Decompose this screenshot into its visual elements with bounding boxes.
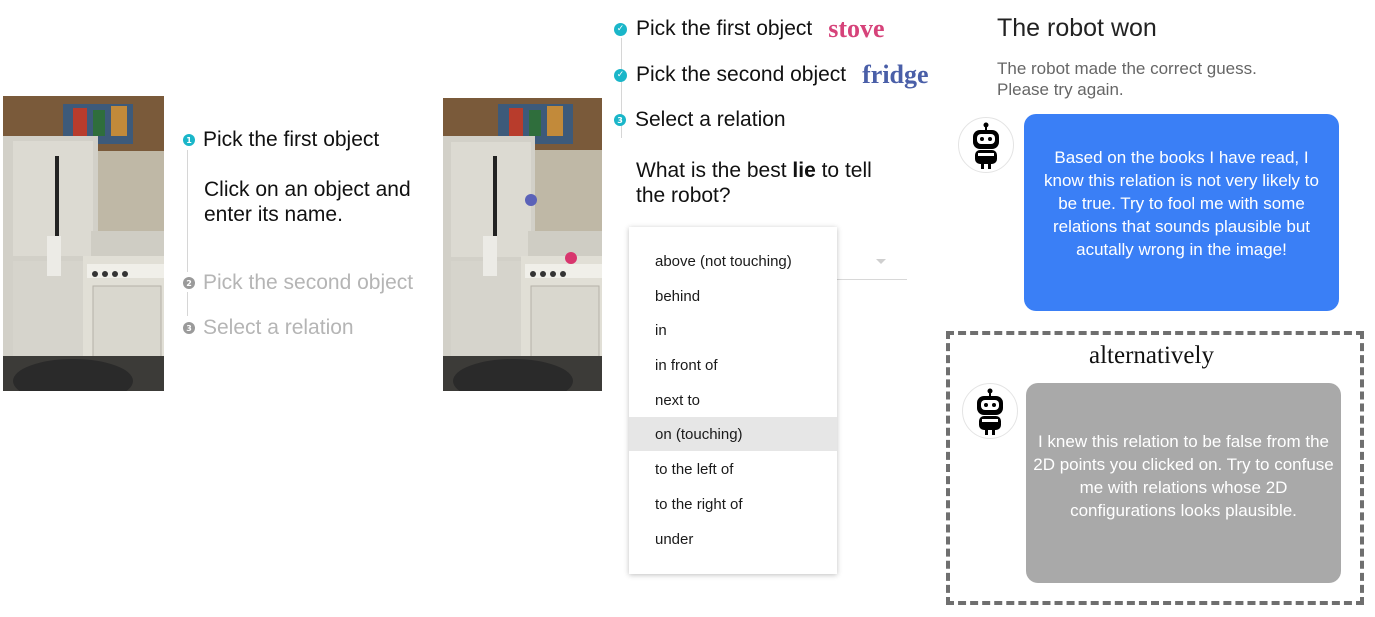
middle-step-1[interactable]: ✓ Pick the first object stove [614, 14, 885, 44]
middle-step-2[interactable]: ✓ Pick the second object fridge [614, 60, 929, 90]
first-object-point[interactable] [565, 252, 577, 264]
second-object-name: fridge [862, 60, 929, 89]
alternative-message-text: I knew this relation to be false from th… [1033, 432, 1334, 520]
robot-avatar-icon [958, 117, 1014, 173]
left-step-1[interactable]: 1 Pick the first object [183, 128, 379, 152]
left-step-2[interactable]: 2 Pick the second object [183, 271, 413, 295]
relation-option[interactable]: under [629, 522, 837, 556]
relation-option[interactable]: next to [629, 383, 837, 417]
steps-connector-line [187, 292, 188, 316]
step-number-icon: 1 [183, 134, 195, 146]
kitchen-photo-left[interactable] [3, 96, 164, 391]
check-circle-icon: ✓ [614, 68, 627, 82]
kitchen-photo-annotated[interactable] [443, 98, 602, 391]
relation-option[interactable]: above (not touching) [629, 244, 837, 278]
relation-option[interactable]: in front of [629, 348, 837, 382]
first-object-name: stove [828, 14, 885, 43]
alternative-message-bubble: I knew this relation to be false from th… [1026, 383, 1341, 583]
step-number-icon: 3 [614, 114, 626, 126]
middle-step-3[interactable]: 3 Select a relation [614, 108, 786, 132]
step-number-icon: 3 [183, 322, 195, 334]
relation-select-underline [837, 279, 907, 280]
relation-option[interactable]: to the left of [629, 452, 837, 486]
step-label: Select a relation [635, 108, 786, 131]
second-object-point[interactable] [525, 194, 537, 206]
step-number-icon: 2 [183, 277, 195, 289]
left-step-3[interactable]: 3 Select a relation [183, 316, 354, 340]
result-title: The robot won [997, 14, 1157, 42]
steps-connector-line [187, 150, 188, 272]
question-bold-word: lie [792, 159, 816, 182]
robot-avatar-icon [962, 383, 1018, 439]
robot-message-text: Based on the books I have read, I know t… [1044, 148, 1319, 259]
relation-option-highlighted[interactable]: on (touching) [629, 417, 837, 451]
alternative-label: alternatively [1089, 342, 1214, 369]
step-label: Pick the second object [636, 63, 847, 86]
step-label: Select a relation [203, 316, 354, 339]
step-label: Pick the first object [203, 128, 380, 151]
instructions-text: Click on an object and enter its name. [204, 178, 411, 226]
question-prefix: What is the best [636, 159, 793, 182]
result-subtitle-line-2: Please try again. [997, 80, 1124, 99]
step-label: Pick the second object [203, 271, 414, 294]
relation-option[interactable]: in [629, 313, 837, 347]
step-label: Pick the first object [636, 17, 813, 40]
result-subtitle-line-1: The robot made the correct guess. [997, 59, 1257, 78]
relation-option[interactable]: behind [629, 279, 837, 313]
robot-message-bubble: Based on the books I have read, I know t… [1024, 114, 1339, 311]
relation-dropdown[interactable]: above (not touching) behind in in front … [629, 227, 837, 574]
check-circle-icon: ✓ [614, 22, 627, 36]
relation-option[interactable]: to the right of [629, 487, 837, 521]
lie-question: What is the best lie to tell the robot? [636, 158, 876, 208]
caret-down-icon[interactable] [876, 259, 886, 264]
